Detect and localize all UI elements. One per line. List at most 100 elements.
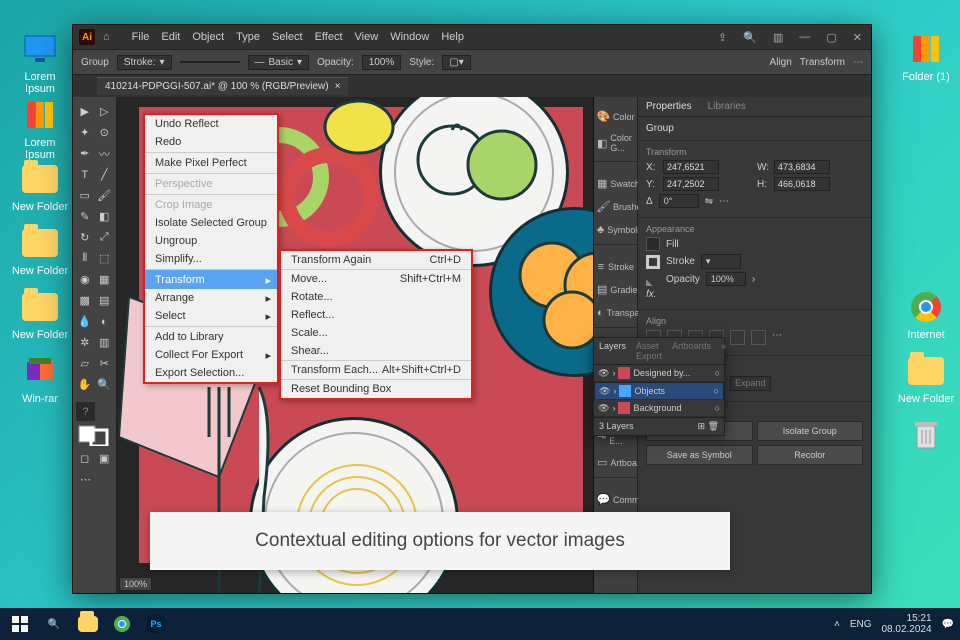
type-tool[interactable]: T: [76, 165, 94, 184]
artboards-tab[interactable]: Artboards: [667, 338, 716, 364]
ctx-isolate-group[interactable]: Isolate Selected Group: [145, 214, 277, 232]
shape-builder-tool[interactable]: ◉: [76, 270, 94, 289]
layer-row[interactable]: 👁›Designed by...○: [594, 365, 724, 382]
strip-color[interactable]: 🎨Color: [594, 105, 637, 128]
menu-view[interactable]: View: [355, 31, 379, 43]
x-input[interactable]: [663, 160, 719, 174]
sub-transform-each[interactable]: Transform Each...Alt+Shift+Ctrl+D: [281, 360, 471, 379]
taskbar-chrome[interactable]: [108, 610, 136, 638]
fill-stroke-swap[interactable]: ?: [76, 402, 95, 421]
share-icon[interactable]: ⇪: [715, 31, 730, 44]
desktop-icon-binder[interactable]: Folder (1): [896, 30, 956, 83]
minimize-icon[interactable]: —: [796, 31, 813, 44]
more-icon[interactable]: ⋯: [853, 57, 863, 68]
sub-shear[interactable]: Shear...: [281, 342, 471, 360]
align-vcenter[interactable]: [730, 330, 745, 345]
tray-language[interactable]: ENG: [850, 619, 872, 630]
edit-toolbar[interactable]: ⋯: [76, 470, 95, 489]
strip-symbols[interactable]: ♣Symbols: [594, 218, 637, 241]
direct-selection-tool[interactable]: ▷: [96, 102, 114, 121]
tray-date[interactable]: 08.02.2024: [881, 624, 931, 635]
desktop-icon-folder[interactable]: New Folder: [10, 288, 70, 341]
desktop-icon-folder[interactable]: New Folder: [896, 352, 956, 405]
qa-save-symbol[interactable]: Save as Symbol: [646, 445, 753, 465]
close-tab-icon[interactable]: ×: [335, 81, 341, 92]
lasso-tool[interactable]: ⊙: [96, 123, 114, 142]
stroke-weight-slider[interactable]: [180, 61, 240, 63]
mesh-tool[interactable]: ▩: [76, 291, 94, 310]
perspective-tool[interactable]: ▦: [96, 270, 114, 289]
sub-move[interactable]: Move...Shift+Ctrl+M: [281, 269, 471, 288]
scale-tool[interactable]: ⤢: [96, 228, 114, 247]
strip-comments[interactable]: 💬Comme...: [594, 488, 637, 511]
taskbar-photoshop[interactable]: Ps: [142, 610, 170, 638]
ctx-redo[interactable]: Redo: [145, 133, 277, 151]
desktop-icon-folder[interactable]: New Folder: [10, 160, 70, 213]
ctx-arrange[interactable]: Arrange▸: [145, 289, 277, 307]
w-input[interactable]: [774, 160, 830, 174]
tray-chevron-icon[interactable]: ˄: [834, 619, 840, 630]
draw-mode[interactable]: ◻: [76, 449, 94, 468]
panel-collapse-icon[interactable]: »: [716, 338, 731, 364]
fx-label[interactable]: fx.: [646, 289, 657, 300]
delete-layer-icon[interactable]: 🗑: [708, 421, 719, 431]
zoom-tool[interactable]: 🔍: [96, 375, 114, 394]
document-tab[interactable]: 410214-PDPGGI-507.ai* @ 100 % (RGB/Previ…: [97, 77, 348, 95]
menu-help[interactable]: Help: [441, 31, 464, 43]
strip-stroke[interactable]: ≡Stroke: [594, 255, 637, 278]
more-options-icon[interactable]: ⋯: [719, 196, 729, 207]
style-select[interactable]: ▢▾: [442, 55, 470, 70]
graph-tool[interactable]: ▥: [96, 333, 114, 352]
screen-mode[interactable]: ▣: [96, 449, 114, 468]
flip-h-icon[interactable]: ⇋: [705, 196, 713, 207]
qa-isolate-group[interactable]: Isolate Group: [757, 421, 864, 441]
sub-transform-again[interactable]: Transform AgainCtrl+D: [281, 251, 471, 269]
width-tool[interactable]: ⫴: [76, 249, 94, 268]
home-icon[interactable]: ⌂: [103, 31, 110, 43]
align-more-icon[interactable]: ⋯: [772, 330, 782, 345]
menu-object[interactable]: Object: [192, 31, 224, 43]
ctx-export-selection[interactable]: Export Selection...: [145, 364, 277, 382]
strip-swatches[interactable]: ▦Swatch...: [594, 172, 637, 195]
transform-panel-toggle[interactable]: Transform: [800, 57, 845, 68]
pen-tool[interactable]: ✒: [76, 144, 94, 163]
curvature-tool[interactable]: 〰: [96, 144, 114, 163]
maximize-icon[interactable]: ▢: [823, 31, 839, 44]
desktop-icon-folder[interactable]: New Folder: [10, 224, 70, 277]
rectangle-tool[interactable]: ▭: [76, 186, 94, 205]
close-icon[interactable]: ✕: [850, 31, 865, 44]
sub-reset-bbox[interactable]: Reset Bounding Box: [281, 379, 471, 398]
desktop-icon-winrar[interactable]: Win-rar: [10, 352, 70, 405]
eraser-tool[interactable]: ◧: [96, 207, 114, 226]
tray-notifications-icon[interactable]: 💬: [942, 619, 954, 630]
sub-rotate[interactable]: Rotate...: [281, 288, 471, 306]
strip-artboards[interactable]: ▭Artboa...: [594, 451, 637, 474]
pathfinder-expand[interactable]: Expand: [730, 376, 771, 391]
tray-time[interactable]: 15:21: [881, 613, 931, 624]
menu-type[interactable]: Type: [236, 31, 260, 43]
paintbrush-tool[interactable]: 🖌: [96, 186, 114, 205]
ctx-ungroup[interactable]: Ungroup: [145, 232, 277, 250]
symbol-sprayer-tool[interactable]: ✲: [76, 333, 94, 352]
desktop-icon-trash[interactable]: [896, 416, 956, 457]
expand-icon[interactable]: ›: [612, 403, 615, 413]
ctx-transform[interactable]: Transform▸: [145, 269, 277, 289]
h-input[interactable]: [774, 177, 830, 191]
artboard-tool[interactable]: ▱: [76, 354, 94, 373]
search-icon[interactable]: 🔍: [740, 31, 760, 44]
ctx-make-pixel-perfect[interactable]: Make Pixel Perfect: [145, 152, 277, 172]
visibility-icon[interactable]: 👁: [599, 386, 610, 397]
eyedropper-tool[interactable]: 💧: [76, 312, 94, 331]
stroke-weight-select[interactable]: ▾: [701, 254, 741, 269]
ctx-collect-export[interactable]: Collect For Export▸: [145, 346, 277, 364]
zoom-level[interactable]: 100%: [119, 577, 152, 591]
fill-swatch[interactable]: [646, 237, 660, 251]
arrange-icon[interactable]: ▥: [770, 31, 786, 44]
title-bar[interactable]: Ai ⌂ File Edit Object Type Select Effect…: [73, 25, 871, 49]
opacity-input[interactable]: 100%: [362, 55, 402, 70]
desktop-icon-pc[interactable]: Lorem Ipsum: [10, 30, 70, 95]
layer-row-selected[interactable]: 👁›Objects○: [594, 382, 724, 400]
taskbar-explorer[interactable]: [74, 610, 102, 638]
fill-stroke-indicator[interactable]: [76, 423, 113, 447]
opacity-swatch[interactable]: [646, 272, 660, 286]
